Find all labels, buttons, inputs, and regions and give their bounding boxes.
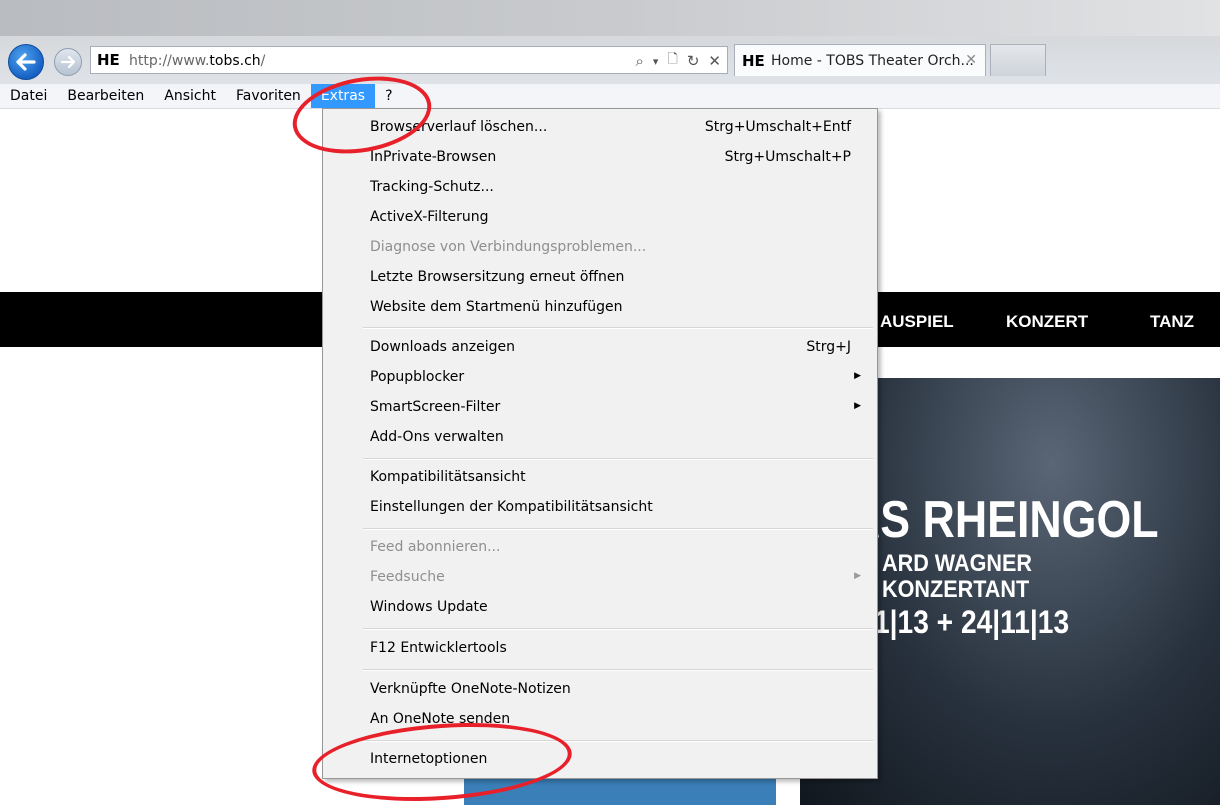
menu-item-activex-filtering[interactable]: ActiveX-Filterung <box>323 205 877 231</box>
menu-item-diagnose: Diagnose von Verbindungsproblemen... <box>370 239 647 255</box>
menu-separator <box>363 628 873 630</box>
menu-item-smartscreen[interactable]: SmartScreen-Filter ▶ <box>323 395 877 421</box>
menu-item-subscribe-feed: Feed abonnieren... <box>370 539 501 555</box>
tab-title: Home - TOBS Theater Orch... <box>771 53 974 69</box>
menu-item-inprivate[interactable]: InPrivate-Browsen Strg+Umschalt+P <box>323 145 877 171</box>
menu-separator <box>363 327 873 329</box>
menu-item-addons[interactable]: Add-Ons verwalten <box>323 425 877 451</box>
extras-dropdown: Browserverlauf löschen... Strg+Umschalt+… <box>322 108 878 779</box>
hero-dates: 1|13 + 24|11|13 <box>874 604 1070 640</box>
hero-composer: ARD WAGNER <box>882 550 1033 577</box>
menu-favoriten[interactable]: Favoriten <box>226 84 311 108</box>
menu-item-onenote-linked[interactable]: Verknüpfte OneNote-Notizen <box>323 677 877 703</box>
nav-schauspiel[interactable]: AUSPIEL <box>880 312 954 332</box>
menu-bar: Datei Bearbeiten Ansicht Favoriten Extra… <box>0 84 1220 109</box>
menu-item-devtools[interactable]: F12 Entwicklertools <box>323 636 877 662</box>
compatibility-icon[interactable]: 🗋 <box>667 50 677 72</box>
forward-button[interactable] <box>54 48 82 76</box>
submenu-arrow-icon: ▶ <box>854 401 861 411</box>
menu-ansicht[interactable]: Ansicht <box>154 84 226 108</box>
arrow-right-icon <box>61 56 75 68</box>
menu-item-feed-search: Feedsuche ▶ <box>370 569 861 585</box>
menu-item-reopen-session[interactable]: Letzte Browsersitzung erneut öffnen <box>323 265 877 291</box>
nav-tanz[interactable]: TANZ <box>1150 312 1194 332</box>
close-tab-icon[interactable]: ✕ <box>965 52 977 68</box>
search-icon[interactable]: ⌕ <box>635 52 643 70</box>
title-strip <box>0 0 1220 36</box>
menu-datei[interactable]: Datei <box>0 84 57 108</box>
menu-item-downloads[interactable]: Downloads anzeigen Strg+J <box>323 335 877 361</box>
refresh-icon[interactable]: ↻ <box>687 52 700 70</box>
menu-item-compat-settings[interactable]: Einstellungen der Kompatibilitätsansicht <box>323 495 877 521</box>
stop-icon[interactable]: ✕ <box>708 52 721 70</box>
submenu-arrow-icon: ▶ <box>854 571 861 581</box>
browser-tab[interactable]: HE Home - TOBS Theater Orch... ✕ <box>734 44 986 76</box>
menu-bearbeiten[interactable]: Bearbeiten <box>57 84 154 108</box>
hero-subtitle: KONZERTANT <box>882 576 1030 603</box>
new-tab-button[interactable] <box>990 44 1046 76</box>
menu-separator <box>363 528 873 530</box>
menu-separator <box>363 458 873 460</box>
site-favicon: HE <box>97 51 120 69</box>
nav-konzert[interactable]: KONZERT <box>1006 312 1088 332</box>
menu-item-tracking-protection[interactable]: Tracking-Schutz... <box>323 175 877 201</box>
hero-title: AS RHEINGOL <box>848 491 1159 549</box>
url-text[interactable]: http://www.tobs.ch/ <box>129 53 265 69</box>
chevron-down-icon[interactable]: ▾ <box>653 55 659 68</box>
browser-chrome: HE http://www.tobs.ch/ ⌕ ▾ 🗋 ↻ ✕ HE Home… <box>0 0 1220 86</box>
menu-item-compat-view[interactable]: Kompatibilitätsansicht <box>323 465 877 491</box>
back-button[interactable] <box>8 44 44 80</box>
address-icons: ⌕ ▾ 🗋 ↻ ✕ <box>635 50 721 72</box>
menu-item-add-to-start[interactable]: Website dem Startmenü hinzufügen <box>323 295 877 321</box>
menu-item-popup-blocker[interactable]: Popupblocker ▶ <box>323 365 877 391</box>
address-bar[interactable]: HE http://www.tobs.ch/ ⌕ ▾ 🗋 ↻ ✕ <box>90 46 728 74</box>
submenu-arrow-icon: ▶ <box>854 371 861 381</box>
menu-separator <box>363 669 873 671</box>
menu-item-windows-update[interactable]: Windows Update <box>323 595 877 621</box>
arrow-left-icon <box>16 53 36 71</box>
tab-favicon: HE <box>742 52 765 70</box>
